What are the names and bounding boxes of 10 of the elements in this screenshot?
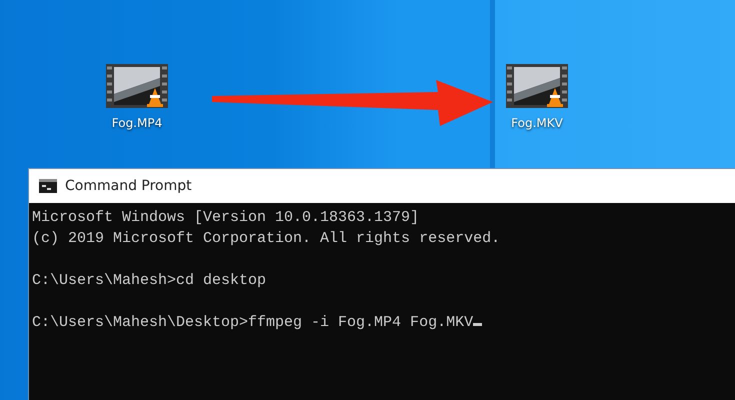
console-text: (c) 2019 Microsoft Corporation. All rights reserved. (32, 230, 500, 247)
video-file-icon[interactable] (106, 64, 168, 108)
file-name[interactable]: Fog.MKV (511, 114, 563, 132)
command-line: C:\Users\Mahesh\Desktop>ffmpeg -i Fog.MP4 Fog.MKV (32, 314, 474, 331)
command-line: C:\Users\Mahesh>cd desktop (32, 272, 266, 289)
window-title: Command Prompt (65, 176, 192, 196)
file-name[interactable]: Fog.MP4 (112, 114, 162, 132)
console-icon (39, 179, 57, 193)
video-file-icon[interactable] (506, 64, 568, 108)
console-text: Microsoft Windows [Version 10.0.18363.1379] (32, 209, 420, 226)
